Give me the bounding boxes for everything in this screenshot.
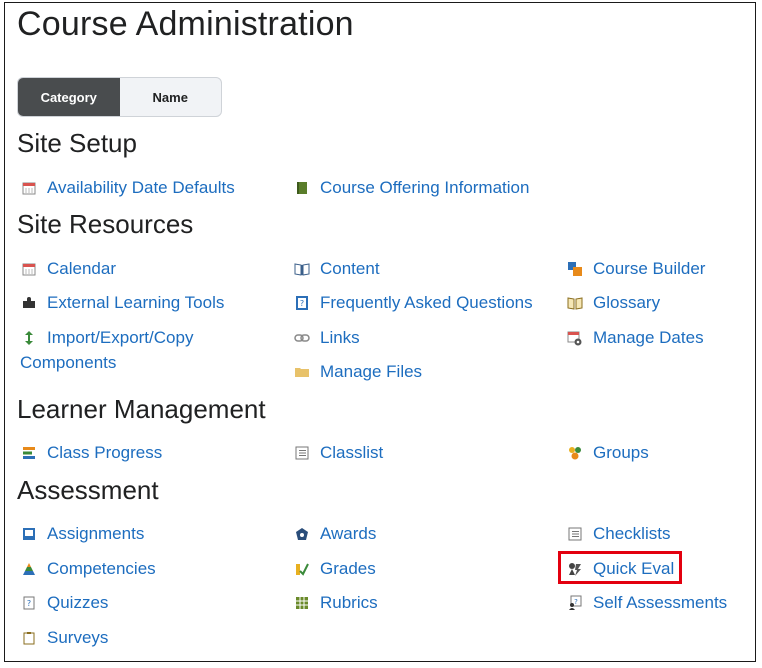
link-quizzes[interactable]: ? Quizzes (20, 590, 108, 616)
self-assessment-icon: ? (566, 594, 584, 612)
badge-icon (293, 525, 311, 543)
open-book-icon (566, 294, 584, 312)
name-toggle-button[interactable]: Name (120, 78, 222, 116)
link-external-learning-tools[interactable]: External Learning Tools (20, 290, 224, 316)
puzzle-icon (20, 294, 38, 312)
link-label: Course Builder (593, 259, 706, 278)
link-classlist[interactable]: Classlist (293, 440, 383, 466)
link-label: Classlist (320, 443, 384, 462)
grade-check-icon (293, 560, 311, 578)
link-frequently-asked-questions[interactable]: ? Frequently Asked Questions (293, 290, 533, 316)
link-class-progress[interactable]: Class Progress (20, 440, 162, 466)
link-manage-dates[interactable]: Manage Dates (566, 325, 704, 351)
link-links[interactable]: Links (293, 325, 360, 351)
link-label: Availability Date Defaults (47, 178, 235, 197)
link-rubrics[interactable]: Rubrics (293, 590, 378, 616)
chain-link-icon (293, 329, 311, 347)
link-assignments[interactable]: Assignments (20, 521, 144, 547)
link-label: Class Progress (47, 443, 163, 462)
open-book-icon (293, 260, 311, 278)
link-label: Rubrics (320, 593, 378, 612)
link-label: Self Assessments (593, 593, 728, 612)
link-label: Content (320, 259, 380, 278)
link-label: Import/Export/Copy (47, 328, 194, 347)
link-label: Manage Dates (593, 328, 704, 347)
link-grades[interactable]: Grades (293, 556, 376, 582)
link-label: External Learning Tools (47, 293, 225, 312)
link-label: Awards (320, 524, 377, 543)
link-import-export-copy-components[interactable]: Import/Export/Copy (20, 325, 193, 351)
link-label: Calendar (47, 259, 116, 278)
progress-bars-icon (20, 444, 38, 462)
link-checklists[interactable]: Checklists (566, 521, 670, 547)
section-heading-site-setup: Site Setup (17, 128, 137, 158)
book-icon (293, 179, 311, 197)
section-heading-learner-management: Learner Management (17, 394, 266, 424)
link-manage-files[interactable]: Manage Files (293, 359, 422, 385)
link-label: Groups (593, 443, 649, 462)
inbox-tray-icon (20, 525, 38, 543)
category-toggle-button[interactable]: Category (18, 78, 120, 116)
link-competencies[interactable]: Competencies (20, 556, 156, 582)
clipboard-icon (20, 629, 38, 647)
quiz-icon: ? (20, 594, 38, 612)
link-course-builder[interactable]: Course Builder (566, 256, 705, 282)
faq-icon: ? (293, 294, 311, 312)
section-heading-site-resources: Site Resources (17, 209, 194, 239)
link-label: Links (320, 328, 360, 347)
link-surveys[interactable]: Surveys (20, 625, 108, 651)
list-icon (293, 444, 311, 462)
pyramid-icon (20, 560, 38, 578)
svg-text:?: ? (300, 299, 304, 308)
quick-eval-highlight-box (558, 551, 682, 584)
svg-text:?: ? (574, 598, 578, 606)
view-toggle: Category Name (17, 77, 222, 117)
link-label: Course Offering Information (320, 178, 530, 197)
transfer-arrows-icon (20, 329, 38, 347)
calendar-icon (20, 260, 38, 278)
link-self-assessments[interactable]: ? Self Assessments (566, 590, 727, 616)
link-label: Manage Files (320, 362, 423, 381)
link-glossary[interactable]: Glossary (566, 290, 660, 316)
link-label: Checklists (593, 524, 671, 543)
page-title: Course Administration (17, 5, 354, 43)
folder-icon (293, 363, 311, 381)
link-label: Assignments (47, 524, 145, 543)
section-heading-assessment: Assessment (17, 475, 159, 505)
link-label: Surveys (47, 628, 109, 647)
link-groups[interactable]: Groups (566, 440, 649, 466)
link-label-continued[interactable]: Components (20, 350, 116, 376)
calendar-icon (20, 179, 38, 197)
blocks-icon (566, 260, 584, 278)
grid-icon (293, 594, 311, 612)
link-label: Grades (320, 559, 376, 578)
link-label: Frequently Asked Questions (320, 293, 533, 312)
link-availability-date-defaults[interactable]: Availability Date Defaults (20, 175, 235, 201)
link-label: Competencies (47, 559, 156, 578)
people-group-icon (566, 444, 584, 462)
checklist-icon (566, 525, 584, 543)
link-content[interactable]: Content (293, 256, 380, 282)
link-course-offering-information[interactable]: Course Offering Information (293, 175, 529, 201)
link-awards[interactable]: Awards (293, 521, 376, 547)
link-label: Quizzes (47, 593, 109, 612)
link-calendar[interactable]: Calendar (20, 256, 116, 282)
svg-text:?: ? (27, 599, 31, 608)
link-label: Glossary (593, 293, 661, 312)
calendar-gear-icon (566, 329, 584, 347)
